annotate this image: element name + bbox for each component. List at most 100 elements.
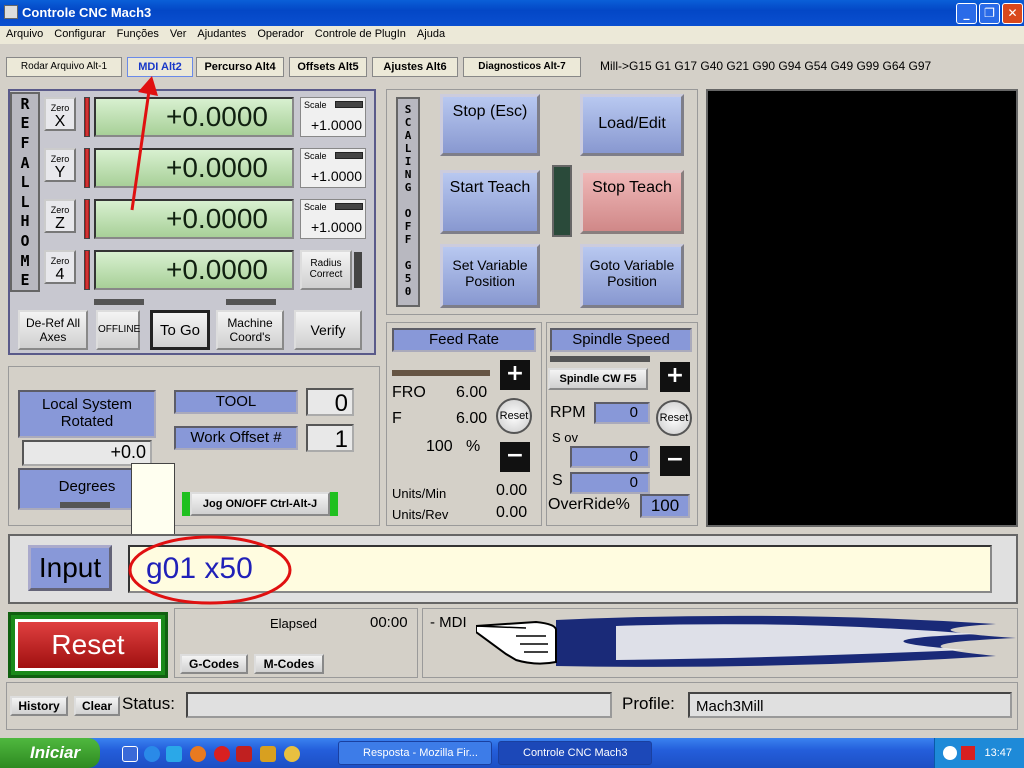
zero-x-button[interactable]: Zero X	[44, 97, 76, 131]
media-icon[interactable]	[166, 746, 182, 762]
menu-ajuda[interactable]: Ajuda	[411, 26, 450, 40]
stop-button[interactable]: Stop (Esc)	[440, 94, 540, 156]
m-codes-button[interactable]: M-Codes	[254, 654, 324, 674]
spindle-speed-title: Spindle Speed	[550, 328, 692, 352]
window-title: Controle CNC Mach3	[22, 5, 152, 20]
app-icon	[4, 5, 18, 19]
ref-all-home-button[interactable]: REFALLHOME	[10, 92, 40, 292]
spindle-reset-button[interactable]: Reset	[656, 400, 692, 436]
maximize-button[interactable]: ❐	[979, 3, 1000, 24]
ie-icon[interactable]	[144, 746, 160, 762]
jog-led-left	[182, 492, 190, 516]
deref-all-axes-button[interactable]: De-Ref All Axes	[18, 310, 88, 350]
menu-ver[interactable]: Ver	[164, 26, 192, 40]
clear-button[interactable]: Clear	[74, 696, 120, 716]
sov-label: S ov	[552, 430, 579, 445]
taskbar-item-mach3[interactable]: Controle CNC Mach3	[498, 741, 652, 765]
s-label: S	[552, 472, 563, 489]
zero-z-button[interactable]: Zero Z	[44, 199, 76, 233]
menu-configurar[interactable]: Configurar	[48, 26, 110, 40]
chrome-icon[interactable]	[284, 746, 300, 762]
feed-up-arrow-icon[interactable]: +	[500, 360, 530, 390]
spindle-down-arrow-icon[interactable]: −	[660, 446, 690, 476]
tab-offsets[interactable]: Offsets Alt5	[289, 57, 367, 77]
to-go-button[interactable]: To Go	[150, 310, 210, 350]
reset-label: Reset	[15, 619, 161, 671]
feed-reset-button[interactable]: Reset	[496, 398, 532, 434]
close-button[interactable]: ✕	[1002, 3, 1023, 24]
radius-correct-button[interactable]: Radius Correct	[300, 250, 352, 290]
scaling-indicator: SCALINGOFFG50	[396, 97, 420, 307]
teach-led	[552, 165, 572, 237]
feed-pct-value[interactable]: 100	[426, 438, 453, 456]
menu-plugin[interactable]: Controle de PlugIn	[309, 26, 411, 40]
show-desktop-icon[interactable]	[122, 746, 138, 762]
local-system-rotated-label: Local System Rotated	[18, 390, 156, 438]
menu-funcoes[interactable]: Funções	[111, 26, 164, 40]
status-field	[186, 692, 612, 718]
fro-label: FRO	[392, 384, 426, 401]
acrobat-icon[interactable]	[214, 746, 230, 762]
taskbar: Iniciar Resposta - Mozilla Fir... Contro…	[0, 738, 1024, 768]
z-ref-led	[84, 199, 90, 239]
offline-button[interactable]: OFFLINE	[96, 310, 140, 350]
antivirus-icon[interactable]	[961, 746, 975, 760]
scale-y: Scale +1.0000	[300, 148, 366, 188]
tool-label: TOOL	[174, 390, 298, 414]
stop-teach-button[interactable]: Stop Teach	[580, 170, 684, 234]
reset-button[interactable]: Reset	[8, 612, 168, 678]
fro-value[interactable]: 6.00	[456, 384, 487, 402]
profile-field: Mach3Mill	[688, 692, 1012, 718]
zero-y-button[interactable]: Zero Y	[44, 148, 76, 182]
feed-hold-led	[392, 370, 490, 376]
taskbar-item-firefox[interactable]: Resposta - Mozilla Fir...	[338, 741, 492, 765]
scale-x: Scale +1.0000	[300, 97, 366, 137]
spindle-up-arrow-icon[interactable]: +	[660, 362, 690, 392]
f-value[interactable]: 6.00	[456, 410, 487, 428]
menu-ajudantes[interactable]: Ajudantes	[191, 26, 251, 40]
tool-value[interactable]: 0	[306, 388, 354, 417]
app-icon-red[interactable]	[236, 746, 252, 762]
units-rev-value: 0.00	[496, 504, 528, 521]
set-variable-position-button[interactable]: Set Variable Position	[440, 244, 540, 308]
offline-led	[94, 299, 144, 305]
f-label: F	[392, 410, 402, 427]
annotation-ellipse	[128, 535, 292, 605]
dro-4[interactable]: +0.0000	[94, 250, 294, 290]
g-codes-button[interactable]: G-Codes	[180, 654, 248, 674]
feed-down-arrow-icon[interactable]: −	[500, 442, 530, 472]
tab-ajustes[interactable]: Ajustes Alt6	[372, 57, 458, 77]
jog-toggle-button[interactable]: Jog ON/OFF Ctrl-Alt-J	[190, 492, 330, 516]
machine-led	[226, 299, 276, 305]
tab-rodar-arquivo[interactable]: Rodar Arquivo Alt-1	[6, 57, 122, 77]
menu-operador[interactable]: Operador	[251, 26, 308, 40]
override-label: OverRide%	[548, 496, 630, 513]
override-value[interactable]: 100	[640, 494, 690, 518]
firefox-icon[interactable]	[190, 746, 206, 762]
history-button[interactable]: History	[10, 696, 68, 716]
spindle-cw-button[interactable]: Spindle CW F5	[548, 368, 648, 390]
work-offset-value[interactable]: 1	[306, 424, 354, 453]
machine-coords-button[interactable]: Machine Coord's	[216, 310, 284, 350]
s-value: 0	[570, 472, 650, 494]
degrees-led	[60, 502, 110, 508]
menu-bar: Arquivo Configurar Funções Ver Ajudantes Oper…	[0, 26, 1024, 44]
start-button[interactable]: Iniciar	[0, 738, 100, 768]
menu-arquivo[interactable]: Arquivo	[0, 26, 48, 40]
title-bar: Controle CNC Mach3 _ ❐ ✕	[0, 0, 1024, 26]
verify-button[interactable]: Verify	[294, 310, 362, 350]
spindle-led	[550, 356, 650, 362]
minimize-button[interactable]: _	[956, 3, 977, 24]
load-edit-button[interactable]: Load/Edit	[580, 94, 684, 156]
feed-rate-title: Feed Rate	[392, 328, 536, 352]
app-icon-yellow[interactable]	[260, 746, 276, 762]
pointing-hand-logo-icon	[476, 615, 1016, 667]
goto-variable-position-button[interactable]: Goto Variable Position	[580, 244, 684, 308]
tab-percurso[interactable]: Percurso Alt4	[196, 57, 284, 77]
start-teach-button[interactable]: Start Teach	[440, 170, 540, 234]
tab-diagnosticos[interactable]: Diagnosticos Alt-7	[463, 57, 581, 77]
tray-arrow-icon[interactable]	[943, 746, 957, 760]
zero-4-button[interactable]: Zero 4	[44, 250, 76, 284]
work-offset-label: Work Offset #	[174, 426, 298, 450]
units-rev-label: Units/Rev	[392, 507, 449, 522]
